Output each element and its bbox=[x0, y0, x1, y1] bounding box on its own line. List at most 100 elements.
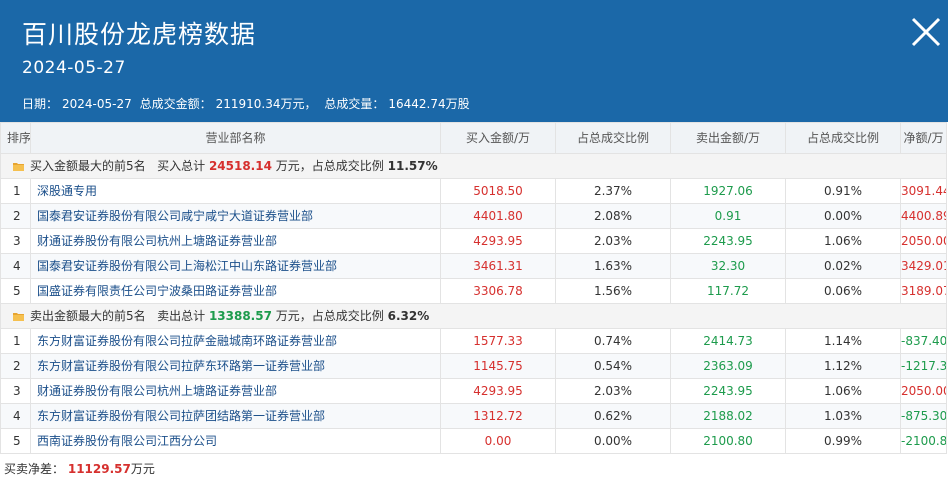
branch-name-link[interactable]: 国泰君安证券股份有限公司上海松江中山东路证券营业部 bbox=[30, 253, 441, 279]
summary-volume: 16442.74万股 bbox=[388, 97, 470, 111]
branch-name-link[interactable]: 国泰君安证券股份有限公司咸宁咸宁大道证券营业部 bbox=[30, 203, 441, 229]
sell-amount: 2100.80 bbox=[670, 428, 786, 454]
net-amount: -837.40 bbox=[900, 328, 947, 354]
col-rank: 排序 bbox=[0, 122, 31, 154]
sell-ratio: 1.06% bbox=[785, 378, 901, 404]
sell-ratio: 0.06% bbox=[785, 278, 901, 304]
sell-ratio: 0.99% bbox=[785, 428, 901, 454]
buy-ratio: 2.03% bbox=[555, 378, 671, 404]
row-rank: 2 bbox=[0, 203, 31, 229]
trade-summary: 日期： 2024-05-27 总成交金额： 211910.34万元， 总成交量： 16… bbox=[22, 95, 474, 113]
net-difference: 买卖净差： 11129.57万元 bbox=[4, 460, 155, 478]
sell-ratio: 0.02% bbox=[785, 253, 901, 279]
table-row: 2 国泰君安证券股份有限公司咸宁咸宁大道证券营业部 4401.80 2.08% … bbox=[0, 203, 947, 229]
sell-group-row: 卖出金额最大的前5名 卖出总计 13388.57 万元，占总成交比例 6.32% bbox=[0, 303, 947, 329]
buy-group-label: 买入金额最大的前5名 bbox=[30, 159, 146, 173]
buy-amount: 4401.80 bbox=[440, 203, 556, 229]
net-diff-unit: 万元 bbox=[130, 462, 155, 476]
buy-total-unit: 万元，占总成交比例 bbox=[275, 159, 384, 173]
summary-date: 2024-05-27 bbox=[62, 97, 132, 111]
sell-amount: 117.72 bbox=[670, 278, 786, 304]
net-amount: -1217.34 bbox=[900, 353, 947, 379]
net-amount: -2100.80 bbox=[900, 428, 947, 454]
net-amount: 3091.44 bbox=[900, 178, 947, 204]
branch-name-link[interactable]: 东方财富证券股份有限公司拉萨金融城南环路证券营业部 bbox=[30, 328, 441, 354]
row-rank: 5 bbox=[0, 278, 31, 304]
branch-name-link[interactable]: 国盛证券有限责任公司宁波桑田路证券营业部 bbox=[30, 278, 441, 304]
row-rank: 5 bbox=[0, 428, 31, 454]
buy-total-label: 买入总计 bbox=[157, 159, 206, 173]
buy-ratio: 0.00% bbox=[555, 428, 671, 454]
buy-ratio: 0.62% bbox=[555, 403, 671, 429]
buy-amount: 0.00 bbox=[440, 428, 556, 454]
row-rank: 1 bbox=[0, 328, 31, 354]
page-title: 百川股份龙虎榜数据 bbox=[22, 20, 257, 49]
branch-name-link[interactable]: 东方财富证券股份有限公司拉萨东环路第一证券营业部 bbox=[30, 353, 441, 379]
row-rank: 1 bbox=[0, 178, 31, 204]
net-amount: 3429.01 bbox=[900, 253, 947, 279]
header-banner: 百川股份龙虎榜数据 2024-05-27 日期： 2024-05-27 总成交金额… bbox=[0, 0, 948, 122]
sell-total-ratio: 6.32% bbox=[387, 309, 430, 323]
buy-ratio: 1.56% bbox=[555, 278, 671, 304]
col-branch-name: 营业部名称 bbox=[30, 122, 441, 154]
sell-amount: 1927.06 bbox=[670, 178, 786, 204]
branch-name-link[interactable]: 深股通专用 bbox=[30, 178, 441, 204]
row-rank: 3 bbox=[0, 378, 31, 404]
folder-icon bbox=[13, 163, 24, 171]
branch-name-link[interactable]: 东方财富证券股份有限公司拉萨团结路第一证券营业部 bbox=[30, 403, 441, 429]
buy-amount: 3461.31 bbox=[440, 253, 556, 279]
buy-amount: 4293.95 bbox=[440, 378, 556, 404]
buy-group-summary: 买入金额最大的前5名 买入总计 24518.14 万元，占总成交比例 11.57… bbox=[0, 153, 947, 179]
col-net-amount: 净额/万 bbox=[900, 122, 947, 154]
dragon-tiger-table: 排序 营业部名称 买入金额/万 占总成交比例 卖出金额/万 占总成交比例 净额/… bbox=[0, 122, 947, 454]
col-sell-amount: 卖出金额/万 bbox=[670, 122, 786, 154]
buy-ratio: 2.37% bbox=[555, 178, 671, 204]
net-amount: 4400.89 bbox=[900, 203, 947, 229]
buy-total-ratio: 11.57% bbox=[387, 159, 438, 173]
row-rank: 4 bbox=[0, 253, 31, 279]
net-amount: 2050.00 bbox=[900, 378, 947, 404]
net-diff-label: 买卖净差： bbox=[4, 462, 65, 476]
table-row: 4 国泰君安证券股份有限公司上海松江中山东路证券营业部 3461.31 1.63… bbox=[0, 253, 947, 279]
sell-total-unit: 万元，占总成交比例 bbox=[275, 309, 384, 323]
sell-total-label: 卖出总计 bbox=[157, 309, 206, 323]
table-row: 3 财通证券股份有限公司杭州上塘路证券营业部 4293.95 2.03% 224… bbox=[0, 378, 947, 404]
branch-name-link[interactable]: 财通证券股份有限公司杭州上塘路证券营业部 bbox=[30, 378, 441, 404]
table-row: 5 国盛证券有限责任公司宁波桑田路证券营业部 3306.78 1.56% 117… bbox=[0, 278, 947, 304]
col-buy-amount: 买入金额/万 bbox=[440, 122, 556, 154]
sell-group-label: 卖出金额最大的前5名 bbox=[30, 309, 146, 323]
col-sell-ratio: 占总成交比例 bbox=[785, 122, 901, 154]
row-rank: 3 bbox=[0, 228, 31, 254]
sell-ratio: 0.91% bbox=[785, 178, 901, 204]
net-diff-value: 11129.57 bbox=[67, 462, 131, 476]
buy-amount: 1577.33 bbox=[440, 328, 556, 354]
sell-ratio: 1.14% bbox=[785, 328, 901, 354]
buy-ratio: 2.08% bbox=[555, 203, 671, 229]
buy-ratio: 1.63% bbox=[555, 253, 671, 279]
table-row: 3 财通证券股份有限公司杭州上塘路证券营业部 4293.95 2.03% 224… bbox=[0, 228, 947, 254]
summary-date-label: 日期： bbox=[22, 97, 59, 111]
summary-amount: 211910.34万元， bbox=[215, 97, 317, 111]
table-row: 5 西南证券股份有限公司江西分公司 0.00 0.00% 2100.80 0.9… bbox=[0, 428, 947, 454]
buy-total-value: 24518.14 bbox=[208, 159, 272, 173]
branch-name-link[interactable]: 西南证券股份有限公司江西分公司 bbox=[30, 428, 441, 454]
table-header-row: 排序 营业部名称 买入金额/万 占总成交比例 卖出金额/万 占总成交比例 净额/… bbox=[0, 122, 947, 154]
sell-amount: 2363.09 bbox=[670, 353, 786, 379]
net-amount: 3189.07 bbox=[900, 278, 947, 304]
buy-ratio: 2.03% bbox=[555, 228, 671, 254]
sell-total-value: 13388.57 bbox=[208, 309, 272, 323]
folder-icon bbox=[13, 313, 24, 321]
net-amount: 2050.00 bbox=[900, 228, 947, 254]
sell-ratio: 0.00% bbox=[785, 203, 901, 229]
sell-amount: 2188.02 bbox=[670, 403, 786, 429]
row-rank: 2 bbox=[0, 353, 31, 379]
buy-ratio: 0.74% bbox=[555, 328, 671, 354]
buy-amount: 3306.78 bbox=[440, 278, 556, 304]
sell-ratio: 1.03% bbox=[785, 403, 901, 429]
page-date: 2024-05-27 bbox=[22, 58, 126, 78]
branch-name-link[interactable]: 财通证券股份有限公司杭州上塘路证券营业部 bbox=[30, 228, 441, 254]
sell-amount: 2243.95 bbox=[670, 378, 786, 404]
buy-group-row: 买入金额最大的前5名 买入总计 24518.14 万元，占总成交比例 11.57… bbox=[0, 153, 947, 179]
close-button[interactable] bbox=[908, 14, 944, 50]
sell-amount: 2414.73 bbox=[670, 328, 786, 354]
